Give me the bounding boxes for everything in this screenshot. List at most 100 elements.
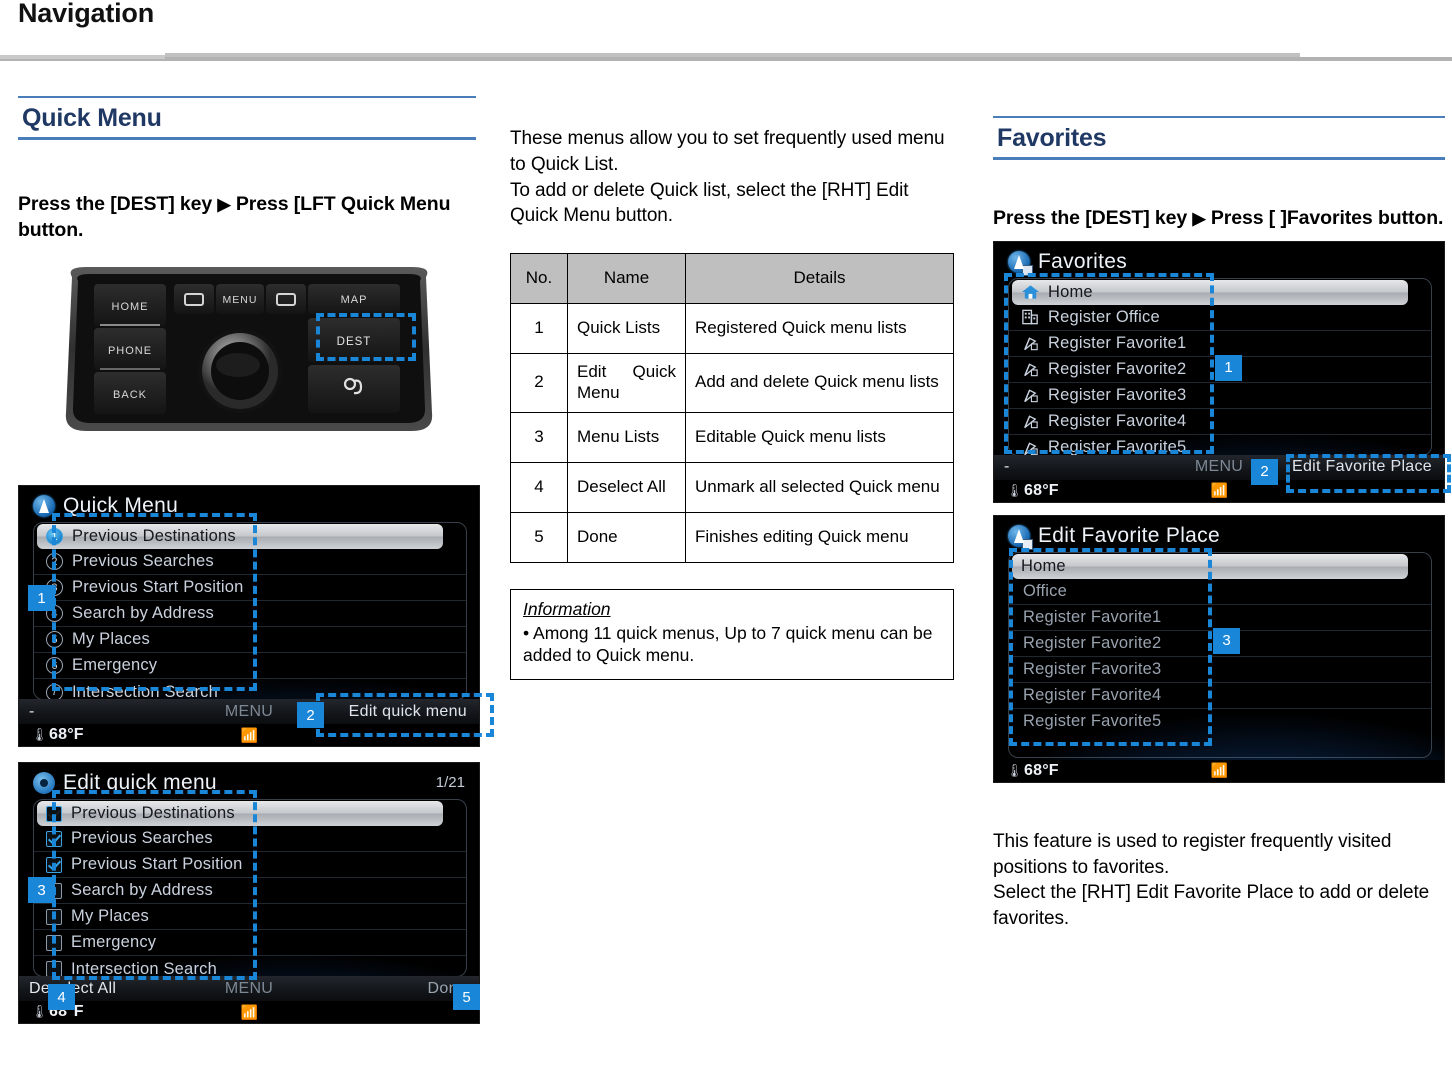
checkbox-checked[interactable] [46,830,62,847]
quick-menu-lead: Press the [DEST] key ▶ Press [LFT Quick … [18,192,476,243]
pin-icon [1021,386,1040,404]
list-item[interactable]: 4 Search by Address [34,601,466,628]
edit-quick-menu-screen: Edit quick menu 1/21 Previous Destinatio… [18,762,480,1025]
table-header-row: No. Name Details [510,253,954,305]
list-item-label: Previous Searches [72,552,214,571]
list-item[interactable]: 6 Emergency [34,653,466,680]
quick-menu-spec-table: No. Name Details 1 Quick Lists Registere… [510,253,954,563]
favorites-outro-line2: Select the [RHT] Edit Favorite Place to … [993,882,1430,930]
list-item-label: Register Favorite2 [1023,633,1162,652]
signal-strength-icon: 📶 [240,1003,258,1020]
item-number-badge: 6 [46,657,63,675]
list-item[interactable]: Home [1012,553,1408,579]
cell-no: 3 [510,411,568,463]
svg-text:MENU: MENU [223,294,258,306]
item-number-badge: 7 [46,683,63,701]
pin-icon [1021,360,1040,378]
favorites-nav-icon [1008,250,1033,276]
left-soft-button[interactable]: - [1004,455,1010,480]
list-item-label: Previous Start Position [71,855,243,874]
screen-status-bar: 🌡 68°F 📶 [994,759,1444,782]
cell-name: Quick Lists [567,303,686,355]
edit-quick-menu-button[interactable]: Edit quick menu [349,699,467,724]
screen-title-bar: Quick Menu [33,491,178,521]
checkbox-checked[interactable] [46,856,62,873]
table-row: 3 Menu Lists Editable Quick menu lists [510,411,954,463]
quick-menu-title: Quick Menu [22,104,162,132]
right-column: Favorites Press the [DEST] key ▶ Press [… [993,116,1451,932]
edit-favorite-icon [1008,524,1033,550]
cell-no: 4 [510,461,568,513]
list-item[interactable]: Register Favorite3 [1009,657,1431,683]
screen-title-bar: Edit Favorite Place [1008,521,1220,551]
table-row: 5 Done Finishes editing Quick menu [510,511,954,563]
svg-text:MAP: MAP [341,294,368,306]
list-item[interactable]: 1 Previous Destinations [37,524,443,550]
menu-soft-button[interactable]: MENU [225,699,273,724]
page-indicator: 1/21 [435,774,465,792]
cell-name: Menu Lists [567,411,686,463]
thermometer-icon: 🌡 [31,727,48,743]
list-item[interactable]: 2 Previous Searches [34,549,466,576]
list-item-label: Home [1048,282,1093,301]
checkbox-unchecked[interactable] [46,908,62,925]
cell-details: Editable Quick menu lists [685,411,954,463]
menu-soft-button[interactable]: MENU [225,976,273,1001]
list-item-label: Office [1023,581,1067,600]
item-number-badge: 2 [46,553,63,571]
headunit-image: HOME PHONE BACK MENU MAP DEST [18,253,468,481]
callout-badge-3: 3 [28,877,55,904]
list-item[interactable]: Register Favorite1 [1009,331,1431,357]
list-item[interactable]: Office [1009,579,1431,605]
screen-button-bar: Deselect All MENU Done [19,976,479,1002]
list-item[interactable]: Register Favorite4 [1009,409,1431,435]
list-item-label: Previous Start Position [72,578,244,597]
signal-strength-icon: 📶 [240,726,258,743]
list-item[interactable]: Register Favorite5 [1009,709,1431,735]
quick-menu-list: 1 Previous Destinations 2 Previous Searc… [33,522,467,701]
page-title: Navigation [18,0,155,28]
list-item[interactable]: 5 My Places [34,627,466,654]
table-row: 2 Edit Quick Menu Add and delete Quick m… [510,353,954,413]
list-item[interactable]: Register Favorite4 [1009,683,1431,709]
callout-badge-4: 4 [48,984,75,1011]
checkbox-unchecked[interactable] [46,934,62,951]
list-item[interactable]: My Places [34,904,466,931]
screen-title-bar: Edit quick menu [33,768,217,798]
header-divider-left [0,55,165,59]
list-item[interactable]: Register Office [1009,305,1431,331]
checkbox-checked[interactable] [46,805,62,822]
screen-title: Edit Favorite Place [1038,523,1220,547]
cell-name: Edit Quick Menu [567,353,686,413]
list-item-label: Emergency [72,656,158,675]
cell-name: Done [567,511,686,563]
list-item[interactable]: Search by Address [34,878,466,905]
callout-badge-1: 1 [1215,354,1242,381]
middle-column: These menus allow you to set frequently … [510,126,958,681]
menu-soft-button[interactable]: MENU [1195,455,1243,480]
list-item[interactable]: Previous Searches [34,826,466,853]
left-soft-button[interactable]: - [29,699,35,724]
svg-text:HOME: HOME [112,301,149,313]
cell-details: Finishes editing Quick menu [685,511,954,563]
screen-button-bar: - MENU Edit Favorite Place [994,454,1444,480]
list-item[interactable]: Previous Destinations [37,801,443,827]
callout-badge-1: 1 [28,585,55,612]
edit-quick-menu-screen-wrap: Edit quick menu 1/21 Previous Destinatio… [18,762,480,1025]
list-item[interactable]: Previous Start Position [34,852,466,879]
thermometer-icon: 🌡 [1006,482,1023,498]
screen-status-bar: 🌡 68°F 📶 [19,1001,479,1024]
screen-title: Quick Menu [63,494,179,518]
list-item[interactable]: Register Favorite3 [1009,383,1431,409]
list-item[interactable]: Emergency [34,930,466,957]
list-item[interactable]: 3 Previous Start Position [34,575,466,602]
quick-menu-lead-part1: Press the [DEST] key [18,193,213,215]
checkbox-unchecked[interactable] [46,961,62,978]
edit-favorite-place-button[interactable]: Edit Favorite Place [1292,455,1432,480]
list-item-label: Register Office [1048,307,1160,326]
temperature-value: 68°F [49,726,84,744]
screen-title: Favorites [1038,249,1128,273]
favorites-section-heading: Favorites [993,116,1445,160]
list-item[interactable]: Home [1012,279,1408,305]
screen-title-bar: Favorites [1008,247,1127,277]
